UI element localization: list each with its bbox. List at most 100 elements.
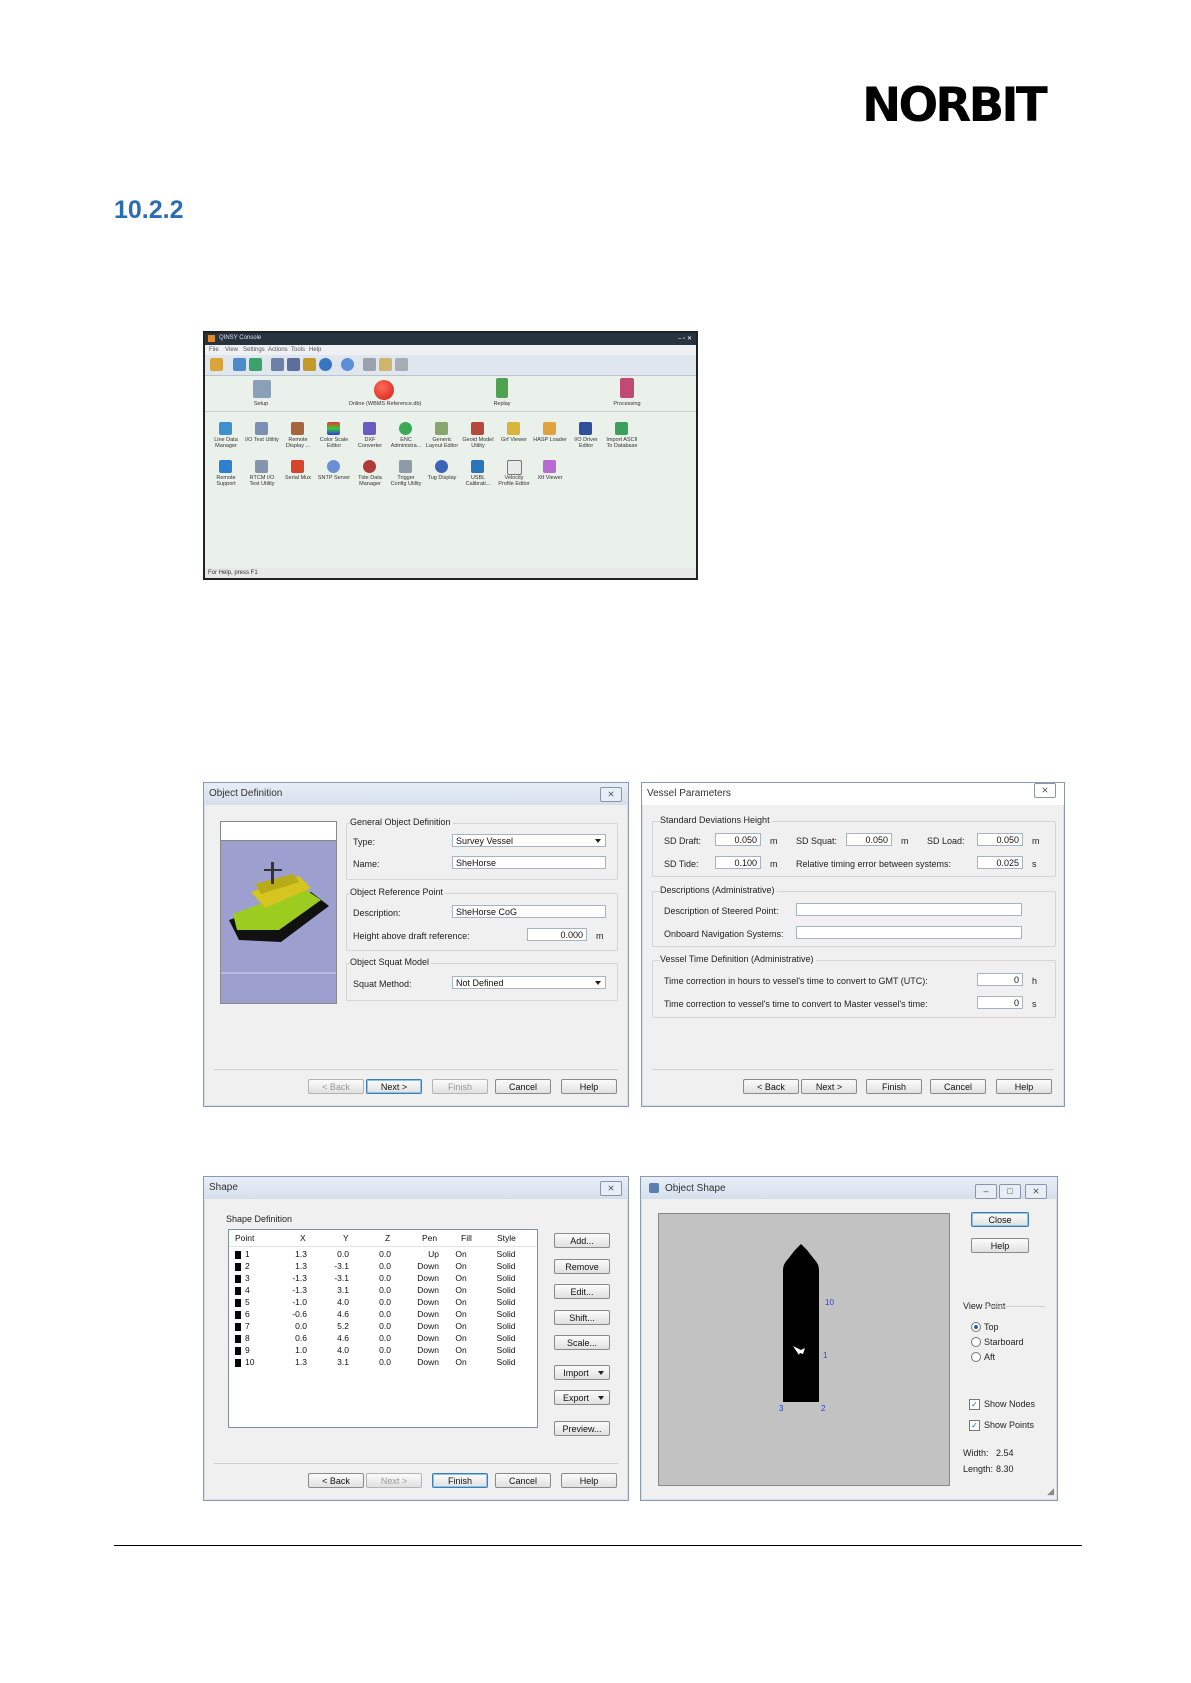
close-icon[interactable]: ⨯	[1025, 1184, 1047, 1199]
window-controls[interactable]: ‒ ▫ ✕	[652, 335, 692, 342]
nav-systems-input[interactable]	[796, 926, 1022, 939]
description-input[interactable]: SheHorse CoG	[452, 905, 606, 918]
sd-tide-input[interactable]: 0.100	[715, 856, 761, 869]
menu-file[interactable]: File	[209, 345, 219, 355]
toolbar-icon[interactable]	[233, 358, 246, 371]
tool-label[interactable]: Line Data Manager	[209, 437, 243, 449]
table-row[interactable]: 4 -1.3 3.1 0.0 Down On Solid	[233, 1285, 515, 1297]
enc-admin-icon[interactable]	[399, 422, 412, 435]
close-button[interactable]: Close	[971, 1212, 1029, 1227]
height-input[interactable]: 0.000	[527, 928, 587, 941]
tool-label[interactable]: RTCM I/O Test Utility	[245, 475, 279, 487]
table-row[interactable]: 7 0.0 5.2 0.0 Down On Solid	[233, 1321, 515, 1333]
back-button[interactable]: < Back	[308, 1473, 364, 1488]
maximize-icon[interactable]: □	[999, 1184, 1021, 1199]
grf-viewer-icon[interactable]	[507, 422, 520, 435]
geoid-model-icon[interactable]	[471, 422, 484, 435]
usbl-calibration-icon[interactable]	[471, 460, 484, 473]
next-button[interactable]: Next >	[366, 1079, 422, 1094]
help-icon[interactable]	[341, 358, 354, 371]
tool-label[interactable]: Geoid Model Utility	[461, 437, 495, 449]
shape-canvas[interactable]: 10 1 3 2	[658, 1213, 950, 1486]
hasp-loader-icon[interactable]	[543, 422, 556, 435]
tool-label[interactable]: Trigger Config Utility	[389, 475, 423, 487]
tug-display-icon[interactable]	[435, 460, 448, 473]
name-input[interactable]: SheHorse	[452, 856, 606, 869]
color-scale-icon[interactable]	[327, 422, 340, 435]
dxf-converter-icon[interactable]	[363, 422, 376, 435]
import-ascii-icon[interactable]	[615, 422, 628, 435]
line-data-manager-icon[interactable]	[219, 422, 232, 435]
minimize-icon[interactable]: –	[975, 1184, 997, 1199]
tool-label[interactable]: Velocity Profile Editor	[497, 475, 531, 487]
toolbar-icon[interactable]	[303, 358, 316, 371]
help-button[interactable]: Help	[561, 1473, 617, 1488]
velocity-profile-icon[interactable]	[507, 460, 522, 475]
serial-mux-icon[interactable]	[291, 460, 304, 473]
finish-button[interactable]: Finish	[432, 1473, 488, 1488]
cancel-button[interactable]: Cancel	[495, 1079, 551, 1094]
close-icon[interactable]: ⨯	[1034, 783, 1056, 798]
online-record-icon[interactable]	[374, 380, 394, 400]
table-row[interactable]: 9 1.0 4.0 0.0 Down On Solid	[233, 1345, 515, 1357]
tool-label[interactable]: DXF Converter	[353, 437, 387, 449]
tool-label[interactable]: I/O Driver Editor	[569, 437, 603, 449]
back-button[interactable]: < Back	[743, 1079, 799, 1094]
tool-label[interactable]: Import ASCII To Database	[605, 437, 639, 449]
tool-label[interactable]: Tug Display	[425, 475, 459, 481]
gmt-input[interactable]: 0	[977, 973, 1023, 986]
export-button[interactable]: Export	[554, 1390, 610, 1405]
scale-button[interactable]: Scale...	[554, 1335, 610, 1350]
radio-starboard[interactable]	[971, 1337, 981, 1347]
finish-button[interactable]: Finish	[432, 1079, 488, 1094]
preview-button[interactable]: Preview...	[554, 1421, 610, 1436]
menu-help[interactable]: Help	[309, 345, 321, 355]
type-select[interactable]: Survey Vessel	[452, 834, 606, 847]
help-button[interactable]: Help	[561, 1079, 617, 1094]
menu-actions[interactable]: Actions	[268, 345, 288, 355]
help-button[interactable]: Help	[971, 1238, 1029, 1253]
edit-button[interactable]: Edit...	[554, 1284, 610, 1299]
tool-label[interactable]: Xtf Viewer	[533, 475, 567, 481]
import-button[interactable]: Import	[554, 1365, 610, 1380]
timing-input[interactable]: 0.025	[977, 856, 1023, 869]
finish-button[interactable]: Finish	[866, 1079, 922, 1094]
menu-settings[interactable]: Settings	[243, 345, 265, 355]
sd-draft-input[interactable]: 0.050	[715, 833, 761, 846]
shift-button[interactable]: Shift...	[554, 1310, 610, 1325]
table-row[interactable]: 10 1.3 3.1 0.0 Down On Solid	[233, 1357, 515, 1369]
table-row[interactable]: 8 0.6 4.6 0.0 Down On Solid	[233, 1333, 515, 1345]
radio-top[interactable]	[971, 1322, 981, 1332]
add-button[interactable]: Add...	[554, 1233, 610, 1248]
radio-aft[interactable]	[971, 1352, 981, 1362]
tool-label[interactable]: Serial Mux	[281, 475, 315, 481]
cancel-button[interactable]: Cancel	[495, 1473, 551, 1488]
show-nodes-checkbox[interactable]: ✓	[969, 1399, 980, 1410]
cancel-button[interactable]: Cancel	[930, 1079, 986, 1094]
back-button[interactable]: < Back	[308, 1079, 364, 1094]
rtcm-test-icon[interactable]	[255, 460, 268, 473]
tool-label[interactable]: Remote Display ...	[281, 437, 315, 449]
toolbar-icon[interactable]	[249, 358, 262, 371]
steered-point-input[interactable]	[796, 903, 1022, 916]
mode-processing[interactable]: Processing	[610, 401, 644, 407]
trigger-config-icon[interactable]	[399, 460, 412, 473]
sd-squat-input[interactable]: 0.050	[846, 833, 892, 846]
tool-label[interactable]: SNTP Server	[317, 475, 351, 481]
tool-label[interactable]: HASP Loader	[533, 437, 567, 443]
menu-tools[interactable]: Tools	[291, 345, 305, 355]
tide-data-icon[interactable]	[363, 460, 376, 473]
sd-load-input[interactable]: 0.050	[977, 833, 1023, 846]
replay-icon[interactable]	[496, 378, 508, 398]
table-row[interactable]: 1 1.3 0.0 0.0 Up On Solid	[233, 1249, 515, 1261]
tool-label[interactable]: Grf Viewer	[497, 437, 531, 443]
mode-setup[interactable]: Setup	[244, 401, 278, 407]
close-icon[interactable]: ⨯	[600, 1181, 622, 1196]
tool-label[interactable]: Remote Support	[209, 475, 243, 487]
sntp-server-icon[interactable]	[327, 460, 340, 473]
toolbar-icon[interactable]	[210, 358, 223, 371]
setup-icon[interactable]	[253, 380, 271, 398]
tool-label[interactable]: Color Scale Editor	[317, 437, 351, 449]
table-row[interactable]: 6 -0.6 4.6 0.0 Down On Solid	[233, 1309, 515, 1321]
resize-grip-icon[interactable]: ◢	[1047, 1486, 1054, 1497]
